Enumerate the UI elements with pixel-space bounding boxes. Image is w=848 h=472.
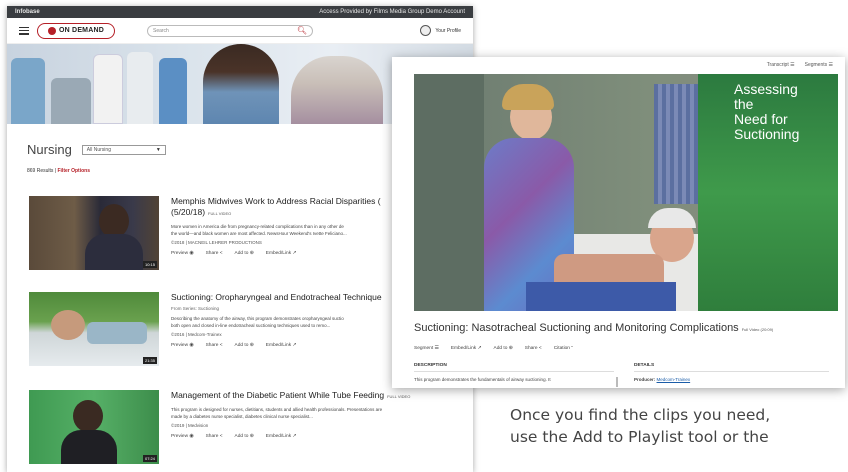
dropdown-value: All Nursing: [86, 146, 111, 153]
segment-button[interactable]: Segment ☰: [414, 346, 439, 351]
banner-patient: [291, 56, 383, 124]
item-title-date: (5/20/18): [171, 207, 206, 217]
full-video-badge: FULL VIDEO: [387, 394, 411, 399]
top-strip: Infobase Access Provided by Films Media …: [7, 6, 473, 18]
description-text: This program demonstrates the fundamenta…: [414, 377, 551, 382]
video-nurse-hair: [502, 84, 554, 110]
preview-button[interactable]: Preview ◉: [171, 343, 194, 348]
add-to-button[interactable]: Add to ⊕: [494, 346, 513, 351]
transcript-button[interactable]: Transcript ☰: [767, 62, 795, 68]
add-to-button[interactable]: Add to ⊕: [235, 251, 254, 256]
search-icon[interactable]: 🔍︎: [297, 26, 307, 35]
avatar-icon: [420, 25, 432, 36]
full-video-badge: FULL VIDEO: [208, 211, 232, 216]
description-heading: DESCRIPTION: [414, 363, 447, 368]
logo-text: ON DEMAND: [59, 27, 104, 34]
details-heading: DETAILS: [634, 363, 655, 368]
duration-badge: 07:24: [142, 455, 157, 462]
infobase-brand[interactable]: Infobase: [15, 9, 40, 15]
divider: [634, 371, 829, 372]
producer-link[interactable]: Medcom-Trainex: [657, 377, 691, 382]
add-to-button[interactable]: Add to ⊕: [235, 434, 254, 439]
results-summary: 869 Results | Filter Options: [27, 168, 90, 174]
site-header: ON DEMAND Search 🔍︎ Your Profile: [7, 18, 473, 44]
caption-text: Once you find the clips you need, use th…: [510, 404, 848, 448]
segments-button[interactable]: Segments ☰: [805, 62, 833, 68]
video-bg-curtain: [654, 84, 704, 204]
embed-link-button[interactable]: Embed/Link ↗: [266, 434, 297, 439]
films-on-demand-logo[interactable]: ON DEMAND: [37, 22, 115, 39]
video-title: Suctioning: Nasotracheal Suctioning and …: [414, 322, 773, 334]
item-title[interactable]: Management of the Diabetic Patient While…: [171, 390, 467, 402]
share-button[interactable]: Share <: [206, 251, 223, 256]
results-count: 869 Results: [27, 168, 54, 174]
item-description: This program is designed for nurses, die…: [171, 407, 383, 412]
producer-label: Producer:: [634, 377, 656, 382]
banner-person: [11, 58, 45, 124]
scrollbar[interactable]: [616, 377, 618, 387]
item-title-text: Management of the Diabetic Patient While…: [171, 390, 385, 400]
citation-button[interactable]: Citation ”: [554, 346, 573, 351]
producer-detail: Producer: Medcom-Trainex: [634, 377, 690, 382]
page-title: Nursing: [27, 142, 72, 157]
subject-dropdown[interactable]: All Nursing ▼: [81, 144, 166, 155]
embed-link-button[interactable]: Embed/Link ↗: [266, 251, 297, 256]
video-thumbnail[interactable]: 10:15: [29, 196, 159, 270]
banner-person: [127, 52, 153, 124]
item-actions: Preview ◉ Share < Add to ⊕ Embed/Link ↗: [171, 434, 467, 439]
menu-icon[interactable]: [19, 26, 29, 35]
profile-button[interactable]: Your Profile: [420, 25, 461, 36]
access-text: Access Provided by Films Media Group Dem…: [319, 9, 465, 15]
preview-button[interactable]: Preview ◉: [171, 251, 194, 256]
video-thumbnail[interactable]: 21:35: [29, 292, 159, 366]
list-item[interactable]: 07:24 Management of the Diabetic Patient…: [29, 390, 469, 466]
add-to-button[interactable]: Add to ⊕: [235, 343, 254, 348]
video-player-window: Transcript ☰ Segments ☰ Assessing the Ne…: [392, 57, 845, 388]
search-placeholder: Search: [153, 27, 169, 34]
profile-label: Your Profile: [435, 27, 461, 34]
banner-person: [51, 78, 91, 124]
video-actions: Segment ☰ Embed/Link ↗ Add to ⊕ Share < …: [414, 346, 573, 351]
caption-line-1: Once you find the clips you need,: [510, 406, 771, 424]
share-button[interactable]: Share <: [525, 346, 542, 351]
filter-options-link[interactable]: Filter Options: [57, 168, 90, 174]
embed-link-button[interactable]: Embed/Link ↗: [266, 343, 297, 348]
banner-nurse: [203, 44, 279, 124]
video-patient-gown: [526, 282, 676, 311]
duration-badge: 10:15: [142, 261, 157, 268]
chevron-down-icon: ▼: [155, 146, 161, 153]
video-bg-wall: [414, 74, 484, 311]
video-thumbnail[interactable]: 07:24: [29, 390, 159, 464]
banner-person: [93, 54, 123, 124]
caption-line-2: use the Add to Playlist tool or the: [510, 428, 769, 446]
search-input[interactable]: Search 🔍︎: [147, 24, 313, 37]
video-overlay-title: Assessing the Need for Suctioning: [734, 81, 800, 142]
logo-dot-icon: [48, 26, 57, 35]
banner-person: [159, 58, 187, 124]
share-button[interactable]: Share <: [206, 343, 223, 348]
video-title-panel: Assessing the Need for Suctioning: [698, 74, 838, 311]
duration-badge: 21:35: [142, 357, 157, 364]
video-patient-hair: [648, 208, 696, 228]
item-description-2: made by a diabetes nurse specialist, dia…: [171, 414, 313, 419]
video-title-text: Suctioning: Nasotracheal Suctioning and …: [414, 322, 739, 334]
video-player[interactable]: Assessing the Need for Suctioning: [414, 74, 838, 311]
player-top-links: Transcript ☰ Segments ☰: [767, 62, 833, 68]
share-button[interactable]: Share <: [206, 434, 223, 439]
preview-button[interactable]: Preview ◉: [171, 434, 194, 439]
full-video-badge: Full Video (20:09): [741, 327, 774, 332]
embed-link-button[interactable]: Embed/Link ↗: [451, 346, 482, 351]
divider: [414, 371, 614, 372]
item-title-text: Memphis Midwives Work to Address Racial …: [171, 196, 381, 206]
item-producer: ©2019 | Medvision: [171, 423, 209, 428]
